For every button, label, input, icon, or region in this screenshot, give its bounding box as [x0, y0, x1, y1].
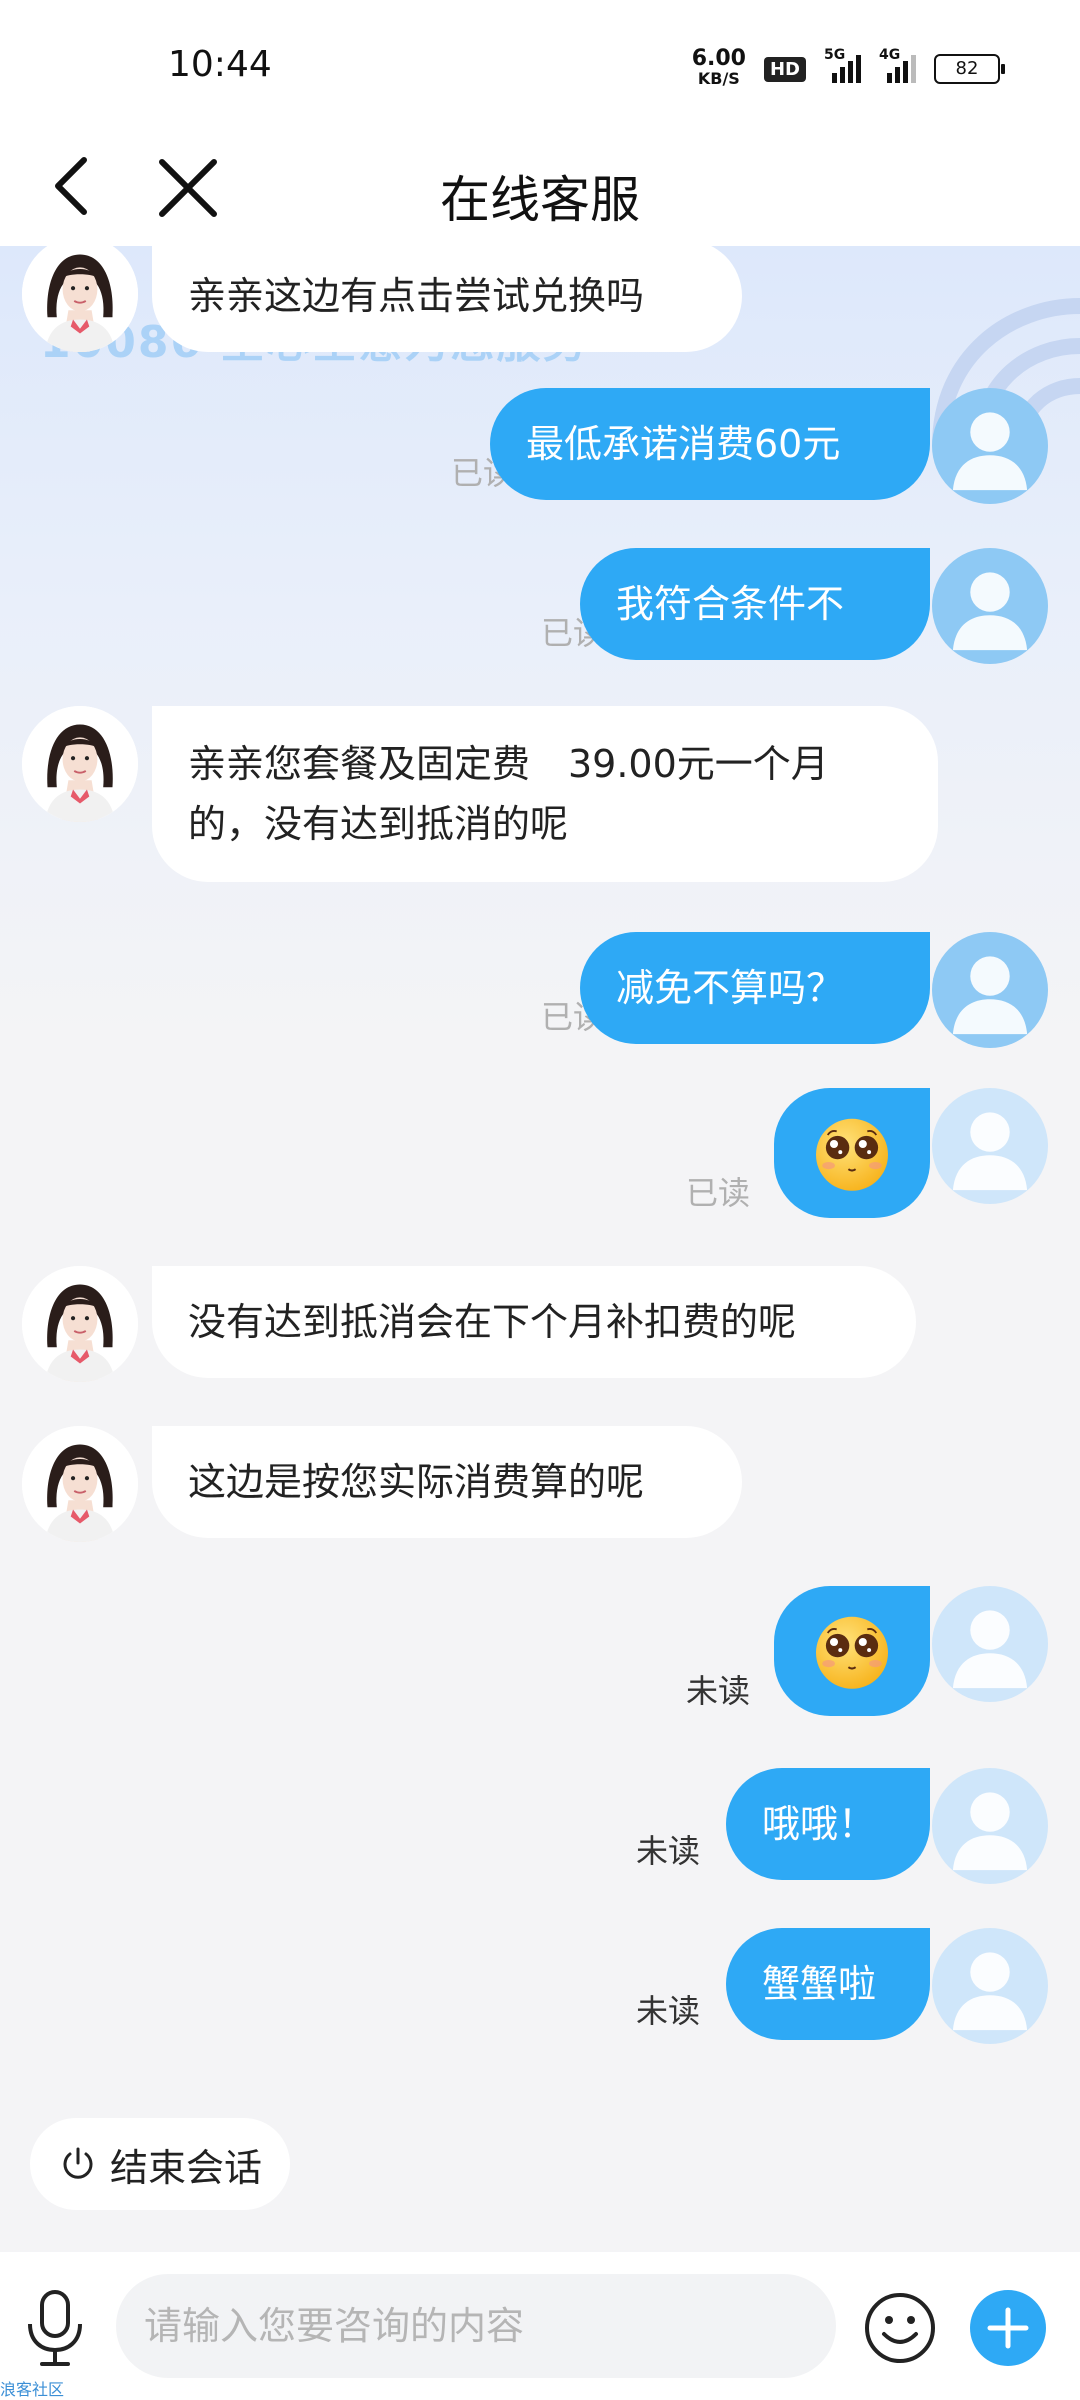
nav-bar: 在线客服 [0, 130, 1080, 246]
user-message-bubble: 蟹蟹啦 [726, 1928, 930, 2040]
net-speed: 6.00 KB/S [691, 46, 746, 89]
battery-icon: 82 [934, 54, 1005, 84]
agent-avatar[interactable] [22, 706, 138, 822]
user-message-bubble: 减免不算吗？ [580, 932, 930, 1044]
input-bar: 浪客社区 [0, 2252, 1080, 2400]
agent-message-bubble: 亲亲您套餐及固定费 39.00元一个月 的，没有达到抵消的呢 [152, 706, 938, 882]
unread-status: 未读 [635, 1992, 700, 2030]
agent-avatar[interactable] [22, 1266, 138, 1382]
user-message-bubble: 我符合条件不 [580, 548, 930, 660]
signal-4g-icon: 4G [879, 47, 916, 83]
user-avatar[interactable] [932, 388, 1048, 504]
message-input[interactable] [116, 2274, 836, 2378]
read-status: 已读 [685, 1174, 750, 1212]
user-message-bubble: 最低承诺消费60元 [490, 388, 930, 500]
user-emoji-bubble [774, 1088, 930, 1218]
status-icons: 6.00 KB/S HD 5G 4G 82 [691, 44, 1005, 94]
agent-message-bubble: 没有达到抵消会在下个月补扣费的呢 [152, 1266, 916, 1378]
user-avatar[interactable] [932, 1586, 1048, 1702]
chat-area[interactable]: 10086 全心全意为您服务 亲亲这边有点击尝试兑换吗 已读 最低承诺消费60元… [0, 246, 1080, 2242]
user-avatar[interactable] [932, 1928, 1048, 2044]
page-title: 在线客服 [440, 171, 640, 229]
status-bar: 10:44 6.00 KB/S HD 5G 4G 82 [0, 0, 1080, 130]
unread-status: 未读 [635, 1832, 700, 1870]
user-avatar[interactable] [932, 1088, 1048, 1204]
user-avatar[interactable] [932, 548, 1048, 664]
emoji-smile-icon[interactable] [862, 2290, 938, 2366]
user-message-bubble: 哦哦！ [726, 1768, 930, 1880]
agent-message-bubble: 亲亲这边有点击尝试兑换吗 [152, 246, 742, 352]
end-session-button[interactable]: 结束会话 [30, 2118, 290, 2210]
unread-status: 未读 [685, 1672, 750, 1710]
smiling-face-emoji-icon [807, 1606, 897, 1696]
power-icon [63, 2147, 93, 2179]
add-more-button[interactable] [970, 2290, 1046, 2366]
agent-message-bubble: 这边是按您实际消费算的呢 [152, 1426, 742, 1538]
smiling-face-emoji-icon [807, 1108, 897, 1198]
user-avatar[interactable] [932, 1768, 1048, 1884]
watermark-text: 浪客社区 [0, 2380, 65, 2399]
microphone-icon[interactable] [24, 2288, 86, 2368]
signal-5g-icon: 5G [824, 47, 861, 83]
user-emoji-bubble [774, 1586, 930, 1716]
plus-icon [987, 2307, 1029, 2349]
status-time: 10:44 [168, 44, 272, 85]
hd-icon: HD [763, 56, 806, 82]
user-avatar[interactable] [932, 932, 1048, 1048]
agent-avatar[interactable] [22, 1426, 138, 1542]
